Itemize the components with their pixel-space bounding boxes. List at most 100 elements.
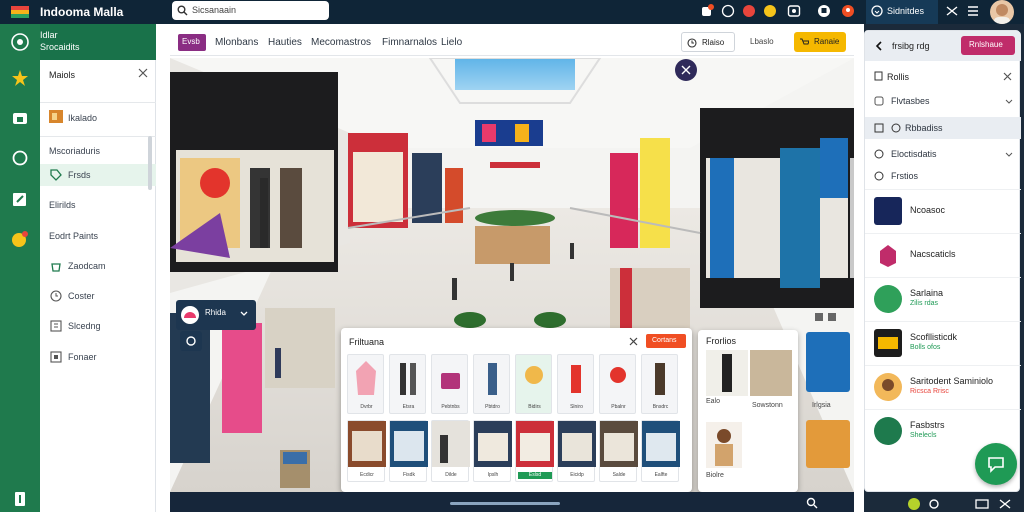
grid-menu-icon[interactable] (966, 4, 980, 18)
product-card[interactable]: Dvrbr (347, 354, 384, 414)
user-avatar[interactable] (990, 0, 1014, 24)
scene-scrollbar[interactable] (450, 502, 560, 505)
zoom-icon[interactable] (806, 497, 818, 509)
radio-icon (874, 171, 884, 181)
tab-beauty[interactable]: Hauties (268, 37, 302, 48)
filter-item[interactable]: Frstios (865, 166, 1021, 188)
filter-item[interactable]: Flvtasbes (865, 91, 1021, 113)
featured-preview-top[interactable] (806, 332, 850, 392)
bottom-bar (170, 492, 854, 512)
right-panel-action-button[interactable]: Rnlshaue (961, 36, 1015, 55)
store-card[interactable]: Salde (599, 420, 638, 482)
profile-badge-icon[interactable] (841, 4, 855, 18)
category-badge[interactable]: Evsb (178, 34, 206, 51)
popup-action-button[interactable]: Cortans (646, 334, 686, 348)
store-card[interactable]: Ecdicr (347, 420, 386, 482)
left-rail (0, 24, 40, 512)
product-card[interactable]: Pebtnbs (431, 354, 468, 414)
chat-fab-button[interactable] (975, 443, 1017, 485)
emoji-icon[interactable] (763, 4, 777, 18)
store-card[interactable]: Fisdk (389, 420, 428, 482)
menu-title: Maiols (49, 70, 76, 80)
settings-icon[interactable] (998, 498, 1012, 510)
menu-item-list[interactable]: Slcedng (40, 315, 156, 337)
notification-icon[interactable] (700, 4, 714, 18)
chevron-down-icon (1005, 152, 1013, 157)
tab-brands[interactable]: Mlonbans (215, 37, 258, 48)
bell-icon[interactable] (817, 4, 831, 18)
menu-item-label: Mscoriaduris (49, 146, 101, 156)
close-icon[interactable] (1003, 72, 1012, 81)
home-icon[interactable] (11, 33, 29, 51)
list-item[interactable]: Nacscaticls (865, 233, 1021, 277)
featured-item[interactable] (750, 350, 792, 396)
store-info-card[interactable]: Rhida (176, 300, 256, 330)
featured-item[interactable] (706, 350, 748, 396)
list-item[interactable]: Saritodent Saminiolo Ricsca Rrisc (865, 365, 1021, 409)
menu-item-box[interactable]: Fonaer (40, 346, 156, 368)
featured-item[interactable] (706, 422, 742, 468)
store-card[interactable]: Eicidp (557, 420, 596, 482)
menu-item-clock[interactable]: Coster (40, 285, 156, 307)
right-panel-header: frsibg rdg Rnlshaue (865, 31, 1021, 61)
tour-button[interactable]: Rlaiso (681, 32, 735, 52)
store-icon (49, 110, 63, 123)
share-button[interactable] (180, 331, 202, 351)
store-card[interactable]: Ealfte (641, 420, 680, 482)
tab-lifestyle[interactable]: Lielo (441, 37, 462, 48)
product-card[interactable]: Pbalnr (599, 354, 636, 414)
menu-item-bag[interactable]: Zaodcam (40, 255, 156, 277)
product-card[interactable]: Pbtdro (473, 354, 510, 414)
menu-item-categories[interactable]: Mscoriaduris (40, 140, 156, 162)
store-card[interactable]: Ipslh (473, 420, 512, 482)
rewards-icon[interactable] (11, 230, 29, 248)
store-card[interactable]: Dilde (431, 420, 470, 482)
product-card[interactable]: Bidirs (515, 354, 552, 414)
list-item[interactable]: Ncoasoc (865, 189, 1021, 233)
shop-icon[interactable] (11, 109, 29, 127)
list-item[interactable]: Scofllisticdk Bolls ofos (865, 321, 1021, 365)
camera-icon[interactable] (787, 4, 801, 18)
product-card[interactable]: Etsra (389, 354, 426, 414)
tab-fashion[interactable]: Fimnarnalos (382, 37, 437, 48)
filter-item[interactable]: Rbbadiss (865, 117, 1021, 139)
thumbnail (874, 197, 902, 225)
popup-title: Friltuana (349, 337, 385, 347)
menu-item-grid[interactable]: Elirilds (40, 194, 156, 216)
featured-preview-bottom[interactable] (806, 420, 850, 468)
back-icon[interactable] (874, 41, 884, 51)
filter-item[interactable]: Eloctisdatis (865, 144, 1021, 166)
tab-electronics[interactable]: Mecomastros (311, 37, 371, 48)
chat-icon[interactable] (11, 149, 29, 167)
close-icon[interactable] (629, 337, 638, 346)
menu-item-label: Eodrt Paints (49, 231, 99, 241)
menu-item-tags[interactable]: Frsds (40, 164, 156, 186)
edit-icon[interactable] (11, 190, 29, 208)
product-card[interactable]: Bnsdrc (641, 354, 678, 414)
thumbnail (874, 417, 902, 445)
login-button[interactable]: Lbaslo (742, 32, 786, 52)
product-popup: Friltuana Cortans Dvrbr Etsra Pebtnbs Pb… (341, 328, 692, 492)
help-icon[interactable] (721, 4, 735, 18)
top-bar: Indooma Malla Sicsanaain Sidnitdes (0, 0, 1024, 24)
store-card[interactable]: Eslsd (515, 420, 554, 482)
product-card[interactable]: Slniro (557, 354, 594, 414)
signin-button[interactable]: Sidnitdes (866, 0, 938, 24)
list-item[interactable]: Sarlaina Zilis rdas (865, 277, 1021, 321)
cart-button[interactable]: Ranaie (794, 32, 846, 52)
close-icon[interactable] (138, 68, 148, 78)
search-input[interactable]: Sicsanaain (172, 1, 329, 20)
box-icon (50, 351, 62, 363)
chevron-down-icon[interactable] (240, 311, 248, 317)
star-icon[interactable] (11, 69, 29, 87)
share-icon (186, 336, 196, 346)
info-icon[interactable] (11, 490, 29, 508)
alert-icon[interactable] (742, 4, 756, 18)
shuffle-icon[interactable] (945, 4, 959, 18)
menu-scrollbar[interactable] (148, 136, 152, 190)
share-network-icon[interactable] (975, 498, 989, 510)
menu-item-store[interactable]: Ikalado (40, 107, 156, 129)
compass-icon[interactable] (675, 59, 697, 81)
menu-item-map[interactable]: Eodrt Paints (40, 225, 156, 247)
checkbox-icon (874, 123, 884, 133)
